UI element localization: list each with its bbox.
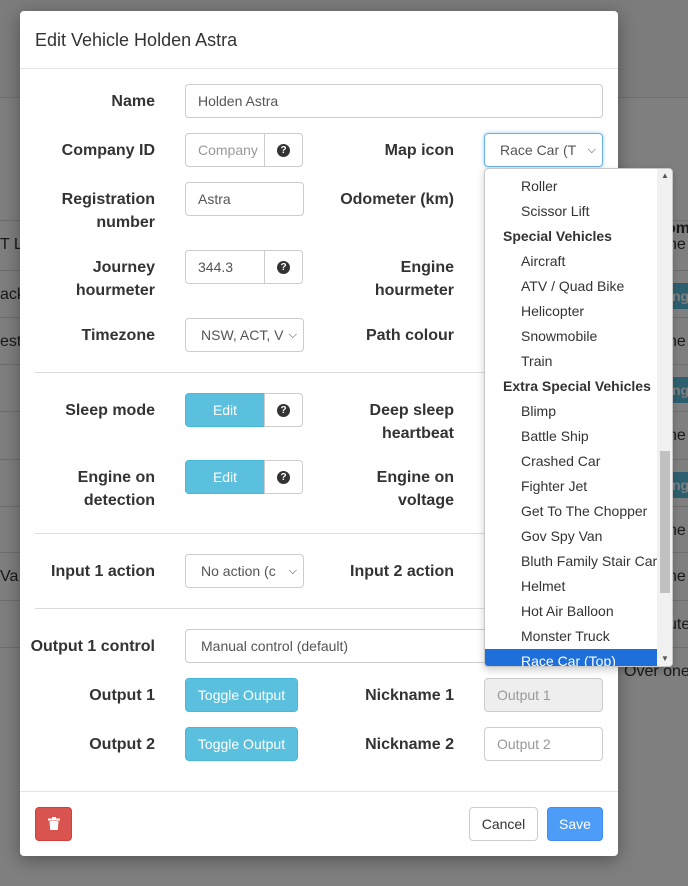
engine-hourmeter-label: Engine hourmeter [320,256,454,302]
input1-action-select-value: No action (c [201,563,276,579]
dropdown-option[interactable]: Battle Ship [485,424,657,449]
output2-label: Output 2 [89,736,155,753]
dropdown-scrollbar[interactable]: ▲ ▼ [657,169,672,666]
odometer-label: Odometer (km) [340,191,454,208]
map-icon-dropdown-list[interactable]: Roller Scissor Lift Special Vehicles Aircra… [484,168,673,667]
journey-hourmeter-label-line2: hourmeter [75,282,155,299]
save-button[interactable]: Save [547,807,603,841]
dropdown-option[interactable]: Roller [485,174,657,199]
timezone-select[interactable]: NSW, ACT, V ⌵ [185,318,304,352]
journey-hourmeter-label: Journey hourmeter [20,256,155,302]
question-circle-icon: ? [277,470,290,484]
registration-label-line1: Registration [61,191,155,208]
modal-footer-divider [20,791,618,792]
engine-on-detection-edit-button[interactable]: Edit [185,460,265,494]
dropdown-optgroup-label: Special Vehicles [503,228,612,244]
dropdown-option[interactable]: Race Car (Top) [485,649,657,666]
deep-sleep-label: Deep sleep heartbeat [320,399,454,445]
dropdown-option[interactable]: Blimp [485,399,657,424]
scroll-down-icon[interactable]: ▼ [657,652,672,666]
name-input[interactable]: Holden Astra [185,84,603,118]
dropdown-option[interactable]: Get To The Chopper [485,499,657,524]
deep-sleep-label-line1: Deep sleep [369,402,454,419]
engine-on-voltage-label-line2: voltage [397,492,454,509]
dropdown-option[interactable]: Train [485,349,657,374]
dropdown-option[interactable]: Crashed Car [485,449,657,474]
dropdown-option[interactable]: Fighter Jet [485,474,657,499]
chevron-down-icon: ⌵ [288,329,297,341]
modal-header-divider [20,68,618,69]
chevron-down-icon: ⌵ [587,144,596,156]
sleep-mode-help-button[interactable]: ? [264,393,303,427]
nickname1-input[interactable]: Output 1 [484,678,603,712]
input1-action-select[interactable]: No action (c ⌵ [185,554,304,588]
input2-action-label: Input 2 action [350,563,454,580]
engine-on-voltage-label: Engine on voltage [320,466,454,512]
deep-sleep-label-line2: heartbeat [381,425,454,442]
name-label: Name [111,93,155,110]
dropdown-option[interactable]: Aircraft [485,249,657,274]
dropdown-option[interactable]: Scissor Lift [485,199,657,224]
journey-hourmeter-label-line1: Journey [92,259,155,276]
engine-hourmeter-label-line1: Engine [400,259,454,276]
question-circle-icon: ? [277,403,290,417]
question-circle-icon: ? [277,260,290,274]
registration-label-line2: number [96,214,155,231]
output2-toggle-button[interactable]: Toggle Output [185,727,298,761]
output1-toggle-button[interactable]: Toggle Output [185,678,298,712]
dropdown-optgroup-label: Extra Special Vehicles [503,378,651,394]
sleep-mode-label: Sleep mode [65,402,155,419]
input1-action-label: Input 1 action [51,563,155,580]
map-icon-label: Map icon [384,142,454,159]
output1-control-label: Output 1 control [30,638,155,655]
engine-on-voltage-label-line1: Engine on [376,469,454,486]
dropdown-option[interactable]: Helmet [485,574,657,599]
modal-title: Edit Vehicle Holden Astra [35,30,238,50]
chevron-down-icon: ⌵ [288,565,297,577]
cancel-button[interactable]: Cancel [469,807,538,841]
output1-label: Output 1 [89,687,155,704]
scroll-up-icon[interactable]: ▲ [657,169,672,183]
registration-input[interactable]: Astra [185,182,304,216]
map-icon-select-value: Race Car (T [500,142,577,158]
dropdown-option[interactable]: Helicopter [485,299,657,324]
journey-hourmeter-input[interactable]: 344.3 [185,250,265,284]
dropdown-option[interactable]: Gov Spy Van [485,524,657,549]
path-colour-label: Path colour [365,327,454,344]
engine-on-detection-label: Engine on detection [20,466,155,512]
company-id-help-button[interactable]: ? [264,133,303,167]
dropdown-option[interactable]: Hot Air Balloon [485,599,657,624]
dropdown-option[interactable]: Bluth Family Stair Car [485,549,657,574]
sleep-mode-edit-button[interactable]: Edit [185,393,265,427]
question-circle-icon: ? [277,143,290,157]
output1-control-select-value: Manual control (default) [201,638,349,654]
engine-on-detection-label-line1: Engine on [77,469,155,486]
delete-button[interactable] [35,807,72,841]
company-id-label: Company ID [61,142,155,159]
dropdown-option[interactable]: Monster Truck [485,624,657,649]
timezone-select-value: NSW, ACT, V [201,327,284,343]
journey-hourmeter-help-button[interactable]: ? [264,250,303,284]
nickname2-input[interactable]: Output 2 [484,727,603,761]
dropdown-option[interactable]: ATV / Quad Bike [485,274,657,299]
dropdown-option[interactable]: Snowmobile [485,324,657,349]
trash-icon [47,817,60,830]
company-id-input[interactable]: Company [185,133,265,167]
registration-label: Registration number [20,188,155,234]
map-icon-select[interactable]: Race Car (T ⌵ [484,133,603,167]
engine-on-detection-help-button[interactable]: ? [264,460,303,494]
nickname1-label: Nickname 1 [365,687,454,704]
engine-hourmeter-label-line2: hourmeter [374,282,454,299]
engine-on-detection-label-line2: detection [83,492,155,509]
timezone-label: Timezone [81,327,156,344]
scrollbar-thumb[interactable] [660,451,670,593]
nickname2-label: Nickname 2 [365,736,454,753]
